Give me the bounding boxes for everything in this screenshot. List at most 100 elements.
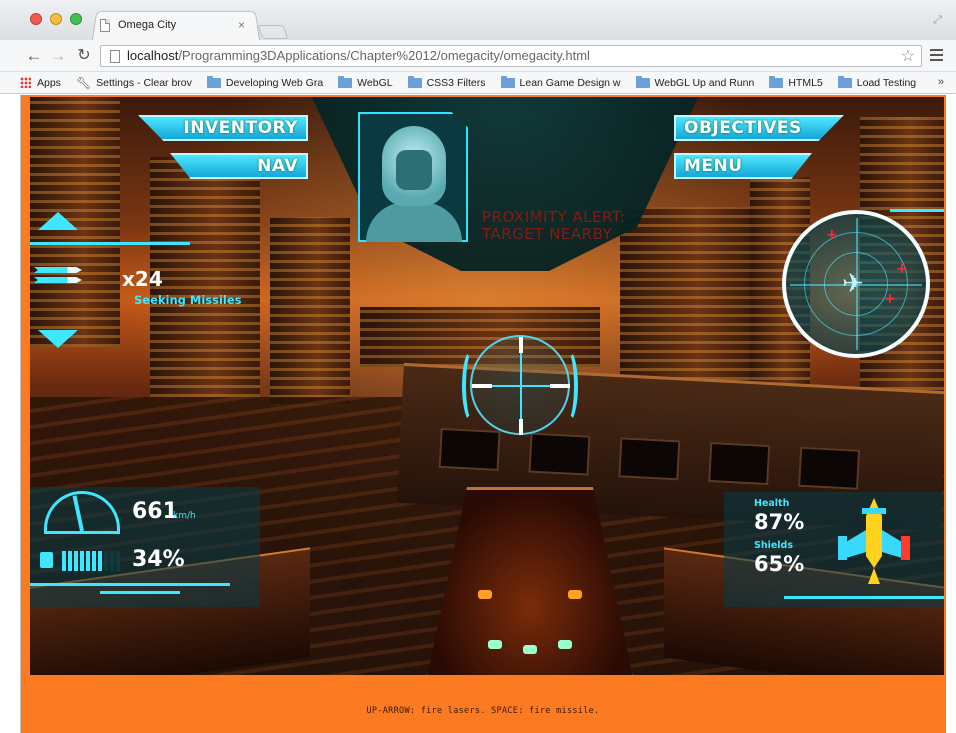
reload-button[interactable]: ↻ (74, 45, 94, 67)
overpass-window (798, 446, 861, 490)
fuel-segment (86, 551, 90, 571)
menu-button[interactable]: MENU (674, 153, 812, 179)
bookmark-folder[interactable]: WebGL (338, 75, 393, 89)
browser-window: Omega City × ⤢ ← → ↻ localhost/Programmi… (0, 0, 956, 733)
pilot-mask (396, 150, 432, 190)
fuel-segment (74, 551, 78, 571)
chrome-menu-icon[interactable] (930, 46, 944, 64)
tab-title: Omega City (118, 19, 177, 31)
bookmark-folder[interactable]: Lean Game Design w (500, 75, 621, 89)
bookmark-apps[interactable]: Apps (20, 77, 61, 89)
fuel-segment (62, 551, 66, 571)
nav-button[interactable]: NAV (170, 153, 308, 179)
pilot-body (366, 202, 462, 242)
player-plane-icon: ✈ (842, 269, 864, 299)
tab-close-icon[interactable]: × (238, 18, 245, 32)
overpass-window (618, 437, 681, 481)
bookmark-label: Developing Web Gra (225, 76, 324, 89)
speed-fuel-panel: 661 km/h 34% (30, 487, 260, 607)
panel-line (784, 596, 944, 599)
shields-value: 65% (754, 552, 805, 576)
fullscreen-icon[interactable]: ⤢ (933, 14, 942, 27)
bookmark-folder[interactable]: Load Testing (837, 75, 917, 89)
weapon-next-arrow-icon[interactable] (38, 330, 78, 348)
alert-line-2: TARGET NEARBY (482, 225, 613, 243)
speed-unit: km/h (173, 511, 196, 521)
bookmark-label: Load Testing (856, 76, 917, 89)
enemy-blip-icon: + (826, 227, 838, 243)
forward-button[interactable]: → (48, 45, 68, 67)
fuel-segment (98, 551, 102, 571)
fuel-segment (104, 551, 108, 571)
fuel-segment (116, 551, 120, 571)
weapon-prev-arrow-icon[interactable] (38, 212, 78, 230)
browser-toolbar: ← → ↻ localhost/Programming3DApplication… (0, 40, 956, 72)
fuel-gauge (62, 551, 122, 571)
bookmark-folder[interactable]: CSS3 Filters (407, 75, 486, 89)
missile-panel-line (30, 242, 190, 245)
building (150, 157, 260, 397)
folder-icon (837, 75, 852, 88)
alert-line-1: PROXIMITY ALERT: (482, 208, 626, 226)
new-tab-button[interactable] (257, 25, 289, 39)
close-window-icon[interactable] (30, 13, 42, 25)
cockpit-light (488, 640, 502, 649)
bookmark-settings[interactable]: 🔧︎ Settings - Clear brov (76, 76, 192, 90)
cockpit-light (478, 590, 492, 599)
targeting-reticle (470, 335, 570, 435)
reticle-tick (550, 384, 570, 388)
objectives-button[interactable]: OBJECTIVES (674, 115, 844, 141)
game-canvas[interactable]: INVENTORY NAV OBJECTIVES MENU PROXIMITY … (30, 97, 944, 675)
folder-icon (407, 75, 422, 88)
folder-icon (338, 75, 353, 88)
inventory-button[interactable]: INVENTORY (138, 115, 308, 141)
fuel-segment (68, 551, 72, 571)
health-label: Health (754, 498, 790, 509)
bookmark-folder[interactable]: HTML5 (769, 75, 823, 89)
wrench-icon: 🔧︎ (75, 75, 92, 90)
reticle-tick (472, 384, 492, 388)
bookmark-label: Apps (37, 76, 61, 89)
shields-label: Shields (754, 540, 794, 551)
proximity-alert: PROXIMITY ALERT: TARGET NEARBY (482, 209, 625, 243)
fuel-value: 34% (132, 547, 185, 572)
enemy-blip-icon: + (884, 291, 896, 307)
url-host: localhost (127, 48, 179, 63)
bookmark-folder[interactable]: Developing Web Gra (206, 75, 324, 89)
address-bar[interactable]: localhost/Programming3DApplications/Chap… (100, 45, 922, 67)
reticle-tick (519, 419, 523, 435)
fuel-segment (110, 551, 114, 571)
folder-icon (500, 75, 515, 88)
page-left-edge (20, 95, 21, 733)
cockpit-light (558, 640, 572, 649)
missile-icon (34, 267, 82, 289)
bookmark-label: HTML5 (788, 76, 823, 89)
title-bar: Omega City × ⤢ (0, 0, 956, 40)
bookmark-label: WebGL (357, 76, 393, 89)
radar: ✈ + + + (782, 210, 930, 358)
building (270, 217, 350, 407)
overpass-window (438, 427, 501, 471)
bookmarks-overflow-button[interactable]: » (938, 76, 944, 88)
pilot-portrait (358, 112, 468, 242)
cockpit-light (568, 590, 582, 599)
bookmark-folder[interactable]: WebGL Up and Runn (635, 75, 754, 89)
overpass-window (708, 441, 771, 486)
fuel-segment (80, 551, 84, 571)
zoom-window-icon[interactable] (70, 13, 82, 25)
radar-bar (890, 209, 944, 212)
minimize-window-icon[interactable] (50, 13, 62, 25)
panel-line (100, 591, 180, 594)
page-info-icon[interactable] (110, 50, 120, 63)
bookmarks-bar: Apps 🔧︎ Settings - Clear brov Developing … (0, 72, 956, 94)
controls-instructions: UP-ARROW: fire lasers. SPACE: fire missi… (366, 706, 600, 716)
enemy-blip-icon: + (896, 261, 908, 277)
overpass-window (528, 432, 591, 476)
ship-damage-icon (838, 498, 910, 584)
apps-grid-icon (20, 77, 31, 88)
folder-icon (635, 75, 650, 88)
back-button[interactable]: ← (24, 45, 44, 67)
bookmark-star-icon[interactable]: ☆ (901, 46, 915, 66)
speedometer-base (44, 531, 120, 534)
missile-count: x24 (122, 267, 163, 291)
